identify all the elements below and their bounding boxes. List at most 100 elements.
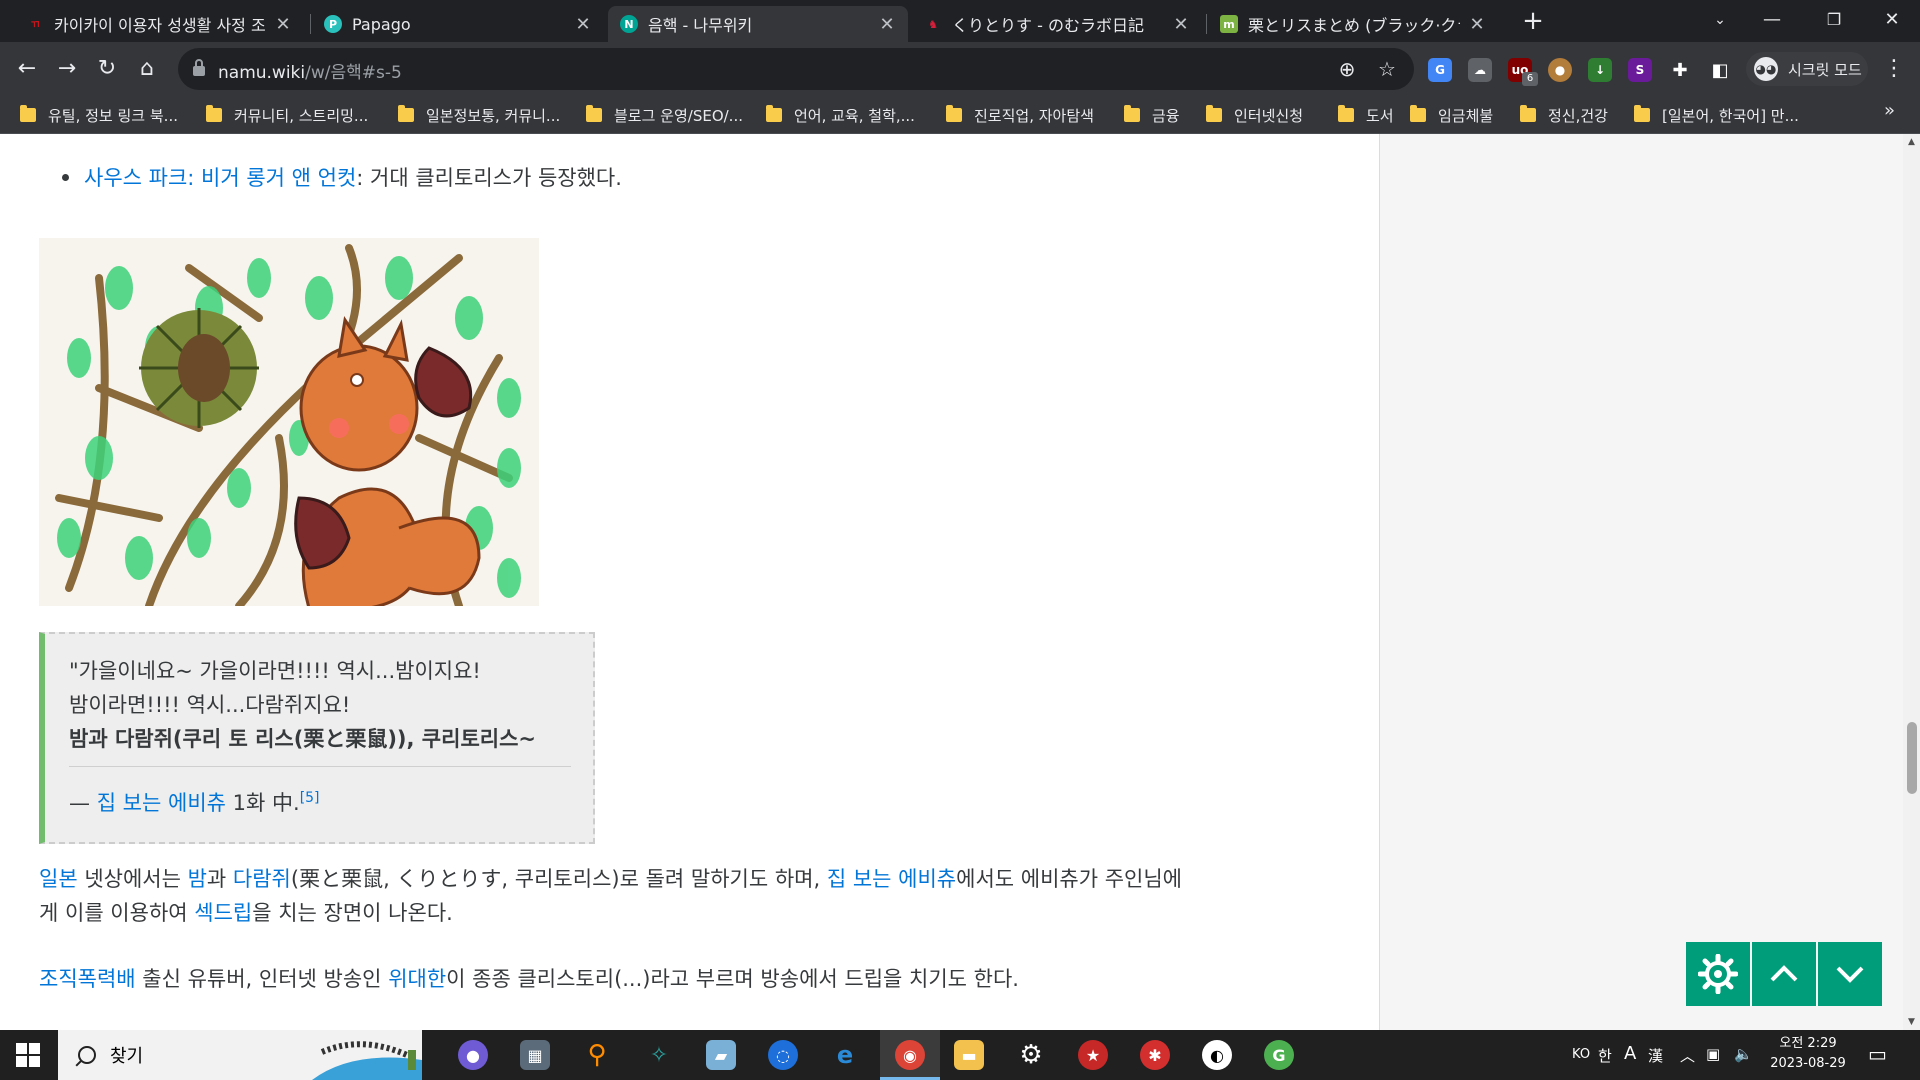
tab-kaikai[interactable]: ㄲ 카이카이 이용자 성생활 사정 조사 ✕ [14, 6, 304, 42]
reload-button[interactable]: ↻ [90, 52, 124, 86]
tab-nomulabo[interactable]: ♞ くりとりす - のむラボ日記 ✕ [912, 6, 1202, 42]
teams-app-icon[interactable]: ● [458, 1040, 488, 1070]
bookmark-folder[interactable]: 금융 [1124, 104, 1180, 126]
page-scrollbar[interactable]: ▲ ▼ [1903, 134, 1920, 1030]
search-highlight-illustration [312, 1041, 422, 1080]
home-button[interactable]: ⌂ [130, 52, 164, 86]
bookmark-folder[interactable]: 도서 [1338, 104, 1394, 126]
edge-app-icon[interactable]: e [830, 1040, 860, 1070]
zoom-icon[interactable]: ⊕ [1334, 56, 1360, 82]
chrome-app-icon[interactable]: ◉ [895, 1040, 925, 1070]
settings-gear-button[interactable] [1686, 942, 1750, 1006]
close-icon[interactable]: ✕ [1172, 14, 1190, 35]
article-link[interactable]: 사우스 파크: 비거 롱거 앤 언컷 [84, 162, 356, 192]
tray-ime-mode[interactable]: A [1624, 1043, 1636, 1064]
folder-icon [766, 105, 782, 122]
file-explorer-icon[interactable]: ▬ [954, 1040, 984, 1070]
article-link[interactable]: 섹드립 [194, 901, 252, 925]
article-link[interactable]: 집 보는 에비츄 [827, 867, 956, 891]
notes-app-icon[interactable]: ▰ [706, 1040, 736, 1070]
download-arrow-icon[interactable]: ↓ [1588, 58, 1612, 82]
chevron-up-icon [1770, 965, 1798, 982]
close-icon[interactable]: ✕ [274, 14, 292, 35]
tray-hanja[interactable]: 漢 [1648, 1045, 1663, 1066]
article-link[interactable]: 조직폭력배 [39, 967, 136, 991]
notification-icon[interactable]: ▭ [1868, 1042, 1887, 1066]
tray-ime[interactable]: 한 [1598, 1045, 1612, 1066]
back-button[interactable]: ← [10, 52, 44, 86]
footnote-link[interactable]: [5] [300, 790, 320, 806]
forward-button[interactable]: → [50, 52, 84, 86]
bullet-dot [62, 173, 69, 181]
star-app-icon[interactable]: ★ [1078, 1040, 1108, 1070]
scroll-bottom-button[interactable] [1818, 942, 1882, 1006]
bookmark-folder[interactable]: 일본정보통, 커뮤니... [398, 104, 560, 126]
taskbar-search-box[interactable]: 찾기 [58, 1030, 422, 1080]
extension-s-icon[interactable]: S [1628, 58, 1652, 82]
bookmark-folder[interactable]: 정신,건강 [1520, 104, 1608, 126]
network-app-icon[interactable]: ✧ [644, 1040, 674, 1070]
close-icon[interactable]: ✕ [878, 14, 896, 35]
bookmark-folder[interactable]: 언어, 교육, 철학,... [766, 104, 915, 126]
restore-button[interactable]: ❐ [1806, 0, 1862, 40]
quote-dash: — [69, 791, 97, 815]
incognito-indicator[interactable]: ◕◕ 시크릿 모드 [1746, 52, 1868, 86]
scroll-top-button[interactable] [1752, 942, 1816, 1006]
bookmark-star-icon[interactable]: ☆ [1374, 56, 1400, 82]
search-placeholder: 찾기 [110, 1046, 144, 1067]
lock-icon[interactable] [192, 58, 206, 78]
tab-search-button[interactable]: ⌄ [1692, 0, 1748, 40]
tab-title: 栗とリスまとめ (ブラック·クラッシ… [1248, 16, 1460, 35]
extension-translate-icon[interactable]: G [1428, 58, 1452, 82]
bookmark-folder[interactable]: 임금체불 [1410, 104, 1493, 126]
minimize-button[interactable]: — [1744, 0, 1800, 40]
cookie-icon[interactable]: ● [1548, 58, 1572, 82]
scroll-thumb[interactable] [1907, 722, 1917, 794]
settings-app-icon[interactable]: ⚙ [1016, 1040, 1046, 1070]
extension-cloud-icon[interactable]: ☁ [1468, 58, 1492, 82]
tab-matome[interactable]: m 栗とリスまとめ (ブラック·クラッシ… ✕ [1208, 6, 1498, 42]
scroll-down-arrow[interactable]: ▼ [1903, 1014, 1920, 1030]
bookmark-folder[interactable]: [일본어, 한국어] 만... [1634, 104, 1799, 126]
blockquote: "가을이네요~ 가을이라면!!!! 역시...밤이지요! 밤이라면!!!! 역시… [39, 632, 595, 844]
close-window-button[interactable]: ✕ [1864, 0, 1920, 40]
puzzle-icon[interactable]: ✚ [1668, 58, 1692, 82]
article-link[interactable]: 일본 [39, 867, 78, 891]
close-icon[interactable]: ✕ [574, 14, 592, 35]
tray-device-icon[interactable]: ▣ [1706, 1045, 1720, 1063]
article-link[interactable]: 밤 [188, 867, 207, 891]
scroll-up-arrow[interactable]: ▲ [1903, 134, 1920, 150]
bookmark-folder[interactable]: 진로직업, 자아탐색 [946, 104, 1094, 126]
bookmark-folder[interactable]: 인터넷신청 [1206, 104, 1303, 126]
article-image[interactable] [39, 238, 539, 606]
magnifier-app-icon[interactable]: ⚲ [582, 1040, 612, 1070]
article-link[interactable]: 위대한 [388, 967, 446, 991]
taskbar-clock[interactable]: 오전 2:29 2023-08-29 [1762, 1034, 1854, 1074]
snowflake-app-icon[interactable]: ✱ [1140, 1040, 1170, 1070]
bookmark-folder[interactable]: 유틸, 정보 링크 북... [20, 104, 178, 126]
obs-app-icon[interactable]: ◐ [1202, 1040, 1232, 1070]
windows-start-button[interactable] [16, 1043, 40, 1067]
volume-icon[interactable]: 🔈 [1734, 1045, 1753, 1063]
new-tab-button[interactable]: + [1518, 6, 1548, 36]
tray-language[interactable]: KO [1572, 1047, 1590, 1062]
side-panel-icon[interactable]: ◧ [1708, 58, 1732, 82]
paragraph-text: 게 이를 이용하여 [39, 901, 195, 925]
url-text[interactable]: namu.wiki/w/음핵#s-5 [218, 58, 402, 83]
article-link[interactable]: 집 보는 에비츄 [97, 791, 226, 815]
bookmark-folder[interactable]: 블로그 운영/SEO/... [586, 104, 743, 126]
bookmarks-overflow-button[interactable]: » [1884, 100, 1895, 121]
article-link[interactable]: 다람쥐 [233, 867, 291, 891]
bookmark-folder[interactable]: 커뮤니티, 스트리밍... [206, 104, 368, 126]
translate-app-icon[interactable]: G [1264, 1040, 1294, 1070]
tab-namuwiki[interactable]: N 음핵 - 나무위키 ✕ [608, 6, 908, 42]
incognito-icon: ◕◕ [1754, 57, 1778, 81]
close-icon[interactable]: ✕ [1468, 14, 1486, 35]
tab-papago[interactable]: P Papago ✕ [312, 6, 604, 42]
tray-overflow-chevron-icon[interactable]: ︿ [1680, 1045, 1695, 1066]
menu-kebab-icon[interactable]: ⋮ [1880, 52, 1908, 86]
circle-app-icon[interactable]: ◌ [768, 1040, 798, 1070]
address-bar[interactable]: namu.wiki/w/음핵#s-5 ⊕ ☆ [178, 48, 1414, 90]
bookmark-label: 유틸, 정보 링크 북... [48, 106, 178, 125]
calculator-app-icon[interactable]: ▦ [520, 1040, 550, 1070]
